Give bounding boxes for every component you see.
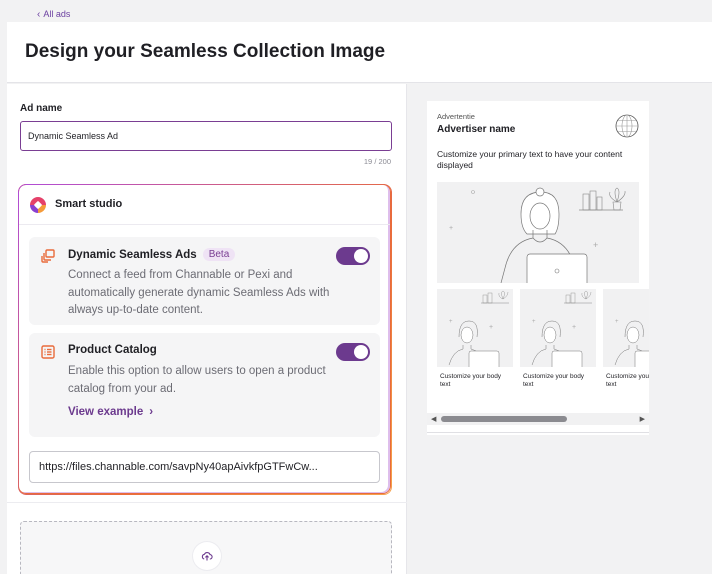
upload-cloud-icon <box>201 551 213 561</box>
carousel-scrollbar[interactable]: ◀ ▶ <box>427 413 649 425</box>
person-with-laptop-illustration: + + <box>449 187 626 283</box>
svg-text:+: + <box>572 324 576 331</box>
layers-icon <box>41 249 55 263</box>
advertiser-name: Advertiser name <box>437 124 516 135</box>
dynamic-seamless-ads-toggle[interactable] <box>336 247 370 265</box>
top-bar: ‹ All ads <box>0 0 712 22</box>
svg-text:+: + <box>615 319 619 325</box>
sponsored-label: Advertentie <box>437 112 475 121</box>
feed-url-input[interactable] <box>29 451 380 483</box>
view-example-link[interactable]: View example › <box>68 406 153 418</box>
preview-divider <box>427 432 649 433</box>
smart-studio-card: Smart studio Dynamic Seamless Ads Beta Co… <box>18 184 391 494</box>
feature-product-catalog: Product Catalog Enable this option to al… <box>29 333 380 437</box>
product-catalog-toggle[interactable] <box>336 343 370 361</box>
chevron-right-icon: › <box>149 406 154 418</box>
person-with-laptop-illustration: + + <box>448 290 509 367</box>
feature-title: Product Catalog <box>68 344 157 356</box>
section-divider <box>7 502 407 503</box>
scroll-left-arrow-icon[interactable]: ◀ <box>431 415 436 423</box>
beta-badge: Beta <box>202 248 236 261</box>
feature-dynamic-seamless-ads: Dynamic Seamless Ads Beta Connect a feed … <box>29 237 380 325</box>
carousel-card-image: + <box>603 289 649 367</box>
svg-text:+: + <box>449 225 453 232</box>
page-header: Design your Seamless Collection Image <box>7 22 712 83</box>
carousel-card-image: + + <box>520 289 596 367</box>
hero-illustration: + + <box>437 182 639 283</box>
ad-name-char-counter: 19 / 200 <box>363 157 391 166</box>
feature-description: Connect a feed from Channable or Pexi an… <box>68 269 330 316</box>
carousel-card-image: + + <box>437 289 513 367</box>
ad-name-input[interactable] <box>20 121 392 151</box>
carousel-card-caption: Customize your body text <box>440 373 502 388</box>
upload-button[interactable] <box>193 542 221 570</box>
back-link-label: All ads <box>43 9 71 19</box>
svg-text:+: + <box>532 319 536 325</box>
ad-preview: Advertentie Advertiser name Customize yo… <box>427 101 649 435</box>
scroll-right-arrow-icon[interactable]: ▶ <box>640 415 645 423</box>
product-carousel[interactable]: + + Customize your body text + + Customi… <box>437 289 649 414</box>
svg-text:+: + <box>449 319 453 325</box>
carousel-card-caption: Customize your body text <box>606 373 649 388</box>
carousel-card[interactable]: + Customize your body text <box>603 289 649 412</box>
image-upload-dropzone[interactable] <box>20 521 392 574</box>
editor-panel: Ad name 19 / 200 Smart studio Dynamic Se… <box>7 84 407 574</box>
smart-studio-header: Smart studio <box>19 185 390 225</box>
person-with-laptop-illustration: + <box>614 319 649 367</box>
advertiser-avatar-icon <box>615 114 639 138</box>
feature-title: Dynamic Seamless Ads Beta <box>68 248 236 261</box>
svg-text:+: + <box>593 240 598 250</box>
carousel-card[interactable]: + + Customize your body text <box>437 289 513 412</box>
carousel-card-caption: Customize your body text <box>523 373 585 388</box>
person-with-laptop-illustration: + + <box>531 290 592 367</box>
ad-name-label: Ad name <box>20 103 63 114</box>
smart-studio-title: Smart studio <box>55 198 123 210</box>
smart-studio-logo-icon <box>30 197 46 213</box>
primary-text: Customize your primary text to have your… <box>437 149 623 170</box>
svg-text:+: + <box>489 324 493 331</box>
back-to-all-ads-link[interactable]: ‹ All ads <box>37 9 70 20</box>
scrollbar-thumb[interactable] <box>441 416 567 422</box>
feature-description: Enable this option to allow users to ope… <box>68 365 326 395</box>
chevron-left-icon: ‹ <box>37 9 41 20</box>
catalog-list-icon <box>41 345 55 359</box>
carousel-card[interactable]: + + Customize your body text <box>520 289 596 412</box>
feature-title-text: Dynamic Seamless Ads <box>68 249 197 261</box>
view-example-label: View example <box>68 406 144 418</box>
page-title: Design your Seamless Collection Image <box>25 41 386 62</box>
